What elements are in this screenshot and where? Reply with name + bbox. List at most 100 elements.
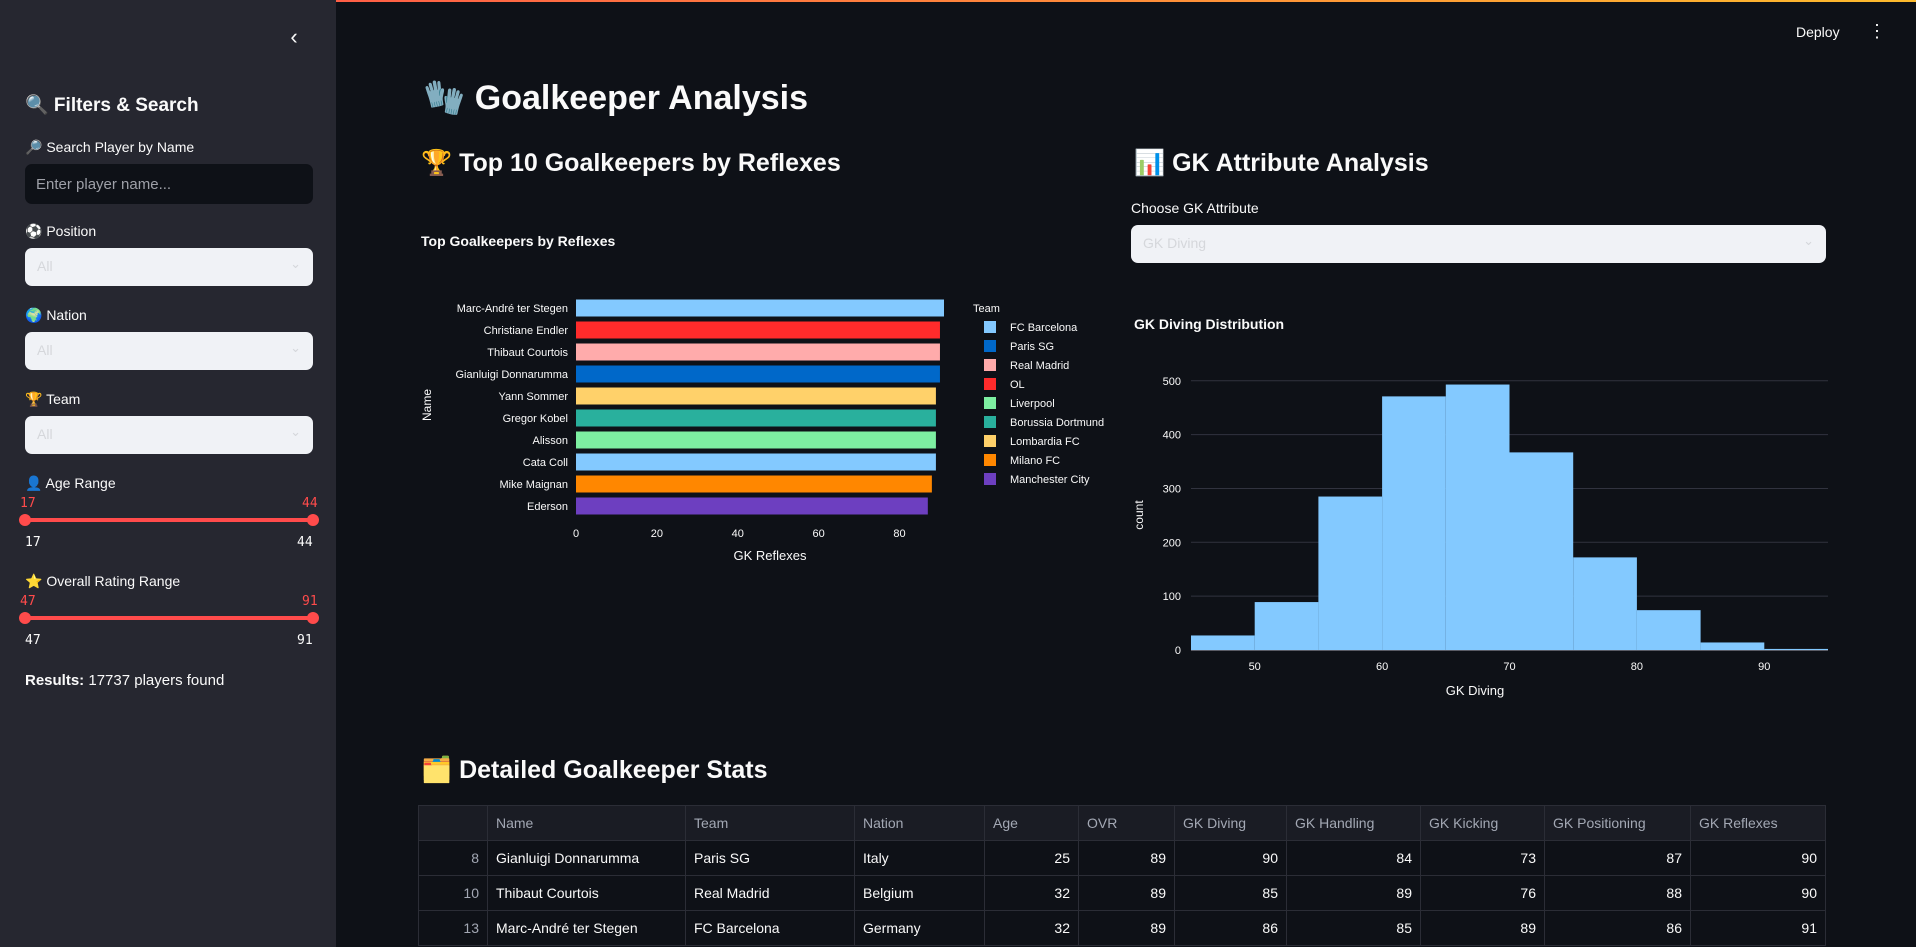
cell-age: 32 — [984, 875, 1079, 911]
histogram-bar — [1191, 635, 1255, 650]
results-summary: Results: 17737 players found — [25, 672, 224, 689]
legend-label: Manchester City — [1010, 474, 1090, 486]
legend-label: OL — [1010, 379, 1025, 391]
age-range-slider-track[interactable] — [25, 518, 313, 522]
nation-select[interactable]: All ⌄ — [25, 332, 313, 370]
legend-label: Liverpool — [1010, 398, 1055, 410]
cell-gk-positioning: 87 — [1544, 840, 1691, 876]
histogram-bar — [1573, 557, 1637, 650]
histogram-bar — [1509, 452, 1574, 650]
bar — [576, 365, 940, 383]
table-header-gk-kicking[interactable]: GK Kicking — [1420, 805, 1545, 841]
top10-heading: 🏆 Top 10 Goalkeepers by Reflexes — [421, 149, 841, 177]
bar-category-label: Gregor Kobel — [503, 413, 568, 425]
table-row[interactable]: 13 Marc-André ter Stegen FC Barcelona Ge… — [418, 910, 1826, 946]
bar-category-label: Marc-André ter Stegen — [457, 303, 568, 315]
table-header-nation[interactable]: Nation — [854, 805, 985, 841]
cell-team: Real Madrid — [685, 875, 855, 911]
legend-swatch — [984, 416, 996, 428]
legend-label: Lombardia FC — [1010, 436, 1080, 448]
x-tick-label: 80 — [893, 528, 905, 540]
age-range-label: 👤 Age Range — [25, 475, 116, 491]
table-header-ovr[interactable]: OVR — [1078, 805, 1175, 841]
sidebar-title: 🔍 Filters & Search — [25, 95, 199, 116]
cell-name: Marc-André ter Stegen — [487, 910, 686, 946]
x-tick-label: 50 — [1249, 661, 1261, 673]
team-select[interactable]: All ⌄ — [25, 416, 313, 454]
y-tick-label: 100 — [1163, 591, 1181, 603]
rating-range-slider-track[interactable] — [25, 616, 313, 620]
gk-diving-histogram: count GK Diving 0 100 200 300 400 500 50 60 70 80… — [1132, 376, 1828, 698]
cell-gk-kicking: 76 — [1420, 875, 1545, 911]
table-header-gk-diving[interactable]: GK Diving — [1174, 805, 1287, 841]
cell-gk-kicking: 73 — [1420, 840, 1545, 876]
x-tick-label: 20 — [651, 528, 663, 540]
x-tick-label: 80 — [1631, 661, 1643, 673]
legend-label: Borussia Dortmund — [1010, 417, 1104, 429]
position-label: ⚽ Position — [25, 223, 97, 239]
table-header-team[interactable]: Team — [685, 805, 855, 841]
cell-nation: Italy — [854, 840, 985, 876]
histogram-bar — [1318, 496, 1383, 650]
bar — [576, 343, 940, 361]
legend-swatch — [984, 378, 996, 390]
x-tick-label: 40 — [732, 528, 744, 540]
bar — [576, 299, 944, 317]
cell-gk-kicking: 89 — [1420, 910, 1545, 946]
rating-range-max: 91 — [297, 633, 313, 648]
cell-gk-diving: 90 — [1174, 840, 1287, 876]
cell-ovr: 89 — [1078, 840, 1175, 876]
age-range-min: 17 — [25, 535, 41, 550]
age-range-low-handle[interactable] — [19, 514, 31, 526]
cell-gk-positioning: 88 — [1544, 875, 1691, 911]
gk-attribute-select[interactable]: GK Diving ⌄ — [1131, 225, 1826, 263]
table-header-age[interactable]: Age — [984, 805, 1079, 841]
legend-swatch — [984, 473, 996, 485]
bar-chart-legend-title: Team — [973, 303, 1000, 315]
rating-range-low-handle[interactable] — [19, 612, 31, 624]
cell-gk-positioning: 86 — [1544, 910, 1691, 946]
cell-age: 25 — [984, 840, 1079, 876]
bar-category-label: Christiane Endler — [484, 325, 569, 337]
bar-category-label: Gianluigi Donnarumma — [456, 369, 569, 381]
bar-category-label: Thibaut Courtois — [487, 347, 568, 359]
y-tick-label: 300 — [1163, 483, 1181, 495]
table-row[interactable]: 8 Gianluigi Donnarumma Paris SG Italy 25… — [418, 840, 1826, 876]
player-search-input[interactable] — [25, 164, 313, 204]
bar-category-label: Alisson — [533, 435, 568, 447]
cell-gk-diving: 85 — [1174, 875, 1287, 911]
collapse-sidebar-chevron-left-icon[interactable]: ‹ — [282, 26, 306, 50]
bar — [576, 387, 936, 405]
cell-name: Gianluigi Donnarumma — [487, 840, 686, 876]
age-range-high-handle[interactable] — [307, 514, 319, 526]
legend-swatch — [984, 359, 996, 371]
table-header-index[interactable] — [418, 805, 488, 841]
table-heading: 🗂️ Detailed Goalkeeper Stats — [421, 756, 768, 784]
age-range-low-value: 17 — [20, 496, 36, 511]
histogram-bar — [1445, 384, 1510, 650]
table-header-gk-positioning[interactable]: GK Positioning — [1544, 805, 1691, 841]
cell-team: Paris SG — [685, 840, 855, 876]
cell-ovr: 89 — [1078, 910, 1175, 946]
table-header-gk-reflexes[interactable]: GK Reflexes — [1690, 805, 1826, 841]
more-options-icon[interactable]: ⋮ — [1868, 22, 1886, 40]
row-index: 10 — [418, 875, 488, 911]
position-select[interactable]: All ⌄ — [25, 248, 313, 286]
deploy-button[interactable]: Deploy — [1796, 24, 1840, 40]
team-select-value: All — [37, 426, 53, 442]
rating-range-min: 47 — [25, 633, 41, 648]
cell-nation: Germany — [854, 910, 985, 946]
bar-category-label: Cata Coll — [523, 457, 568, 469]
cell-gk-handling: 84 — [1286, 840, 1421, 876]
histogram-title: GK Diving Distribution — [1134, 316, 1285, 332]
row-index: 8 — [418, 840, 488, 876]
table-header-name[interactable]: Name — [487, 805, 686, 841]
table-header-gk-handling[interactable]: GK Handling — [1286, 805, 1421, 841]
goalkeeper-stats-table: Name Team Nation Age OVR GK Diving GK Ha… — [418, 805, 1826, 946]
rating-range-high-handle[interactable] — [307, 612, 319, 624]
y-tick-label: 200 — [1163, 537, 1181, 549]
bar-category-label: Ederson — [527, 501, 568, 513]
legend-swatch — [984, 454, 996, 466]
table-row[interactable]: 10 Thibaut Courtois Real Madrid Belgium … — [418, 875, 1826, 911]
legend-label: Real Madrid — [1010, 360, 1069, 372]
